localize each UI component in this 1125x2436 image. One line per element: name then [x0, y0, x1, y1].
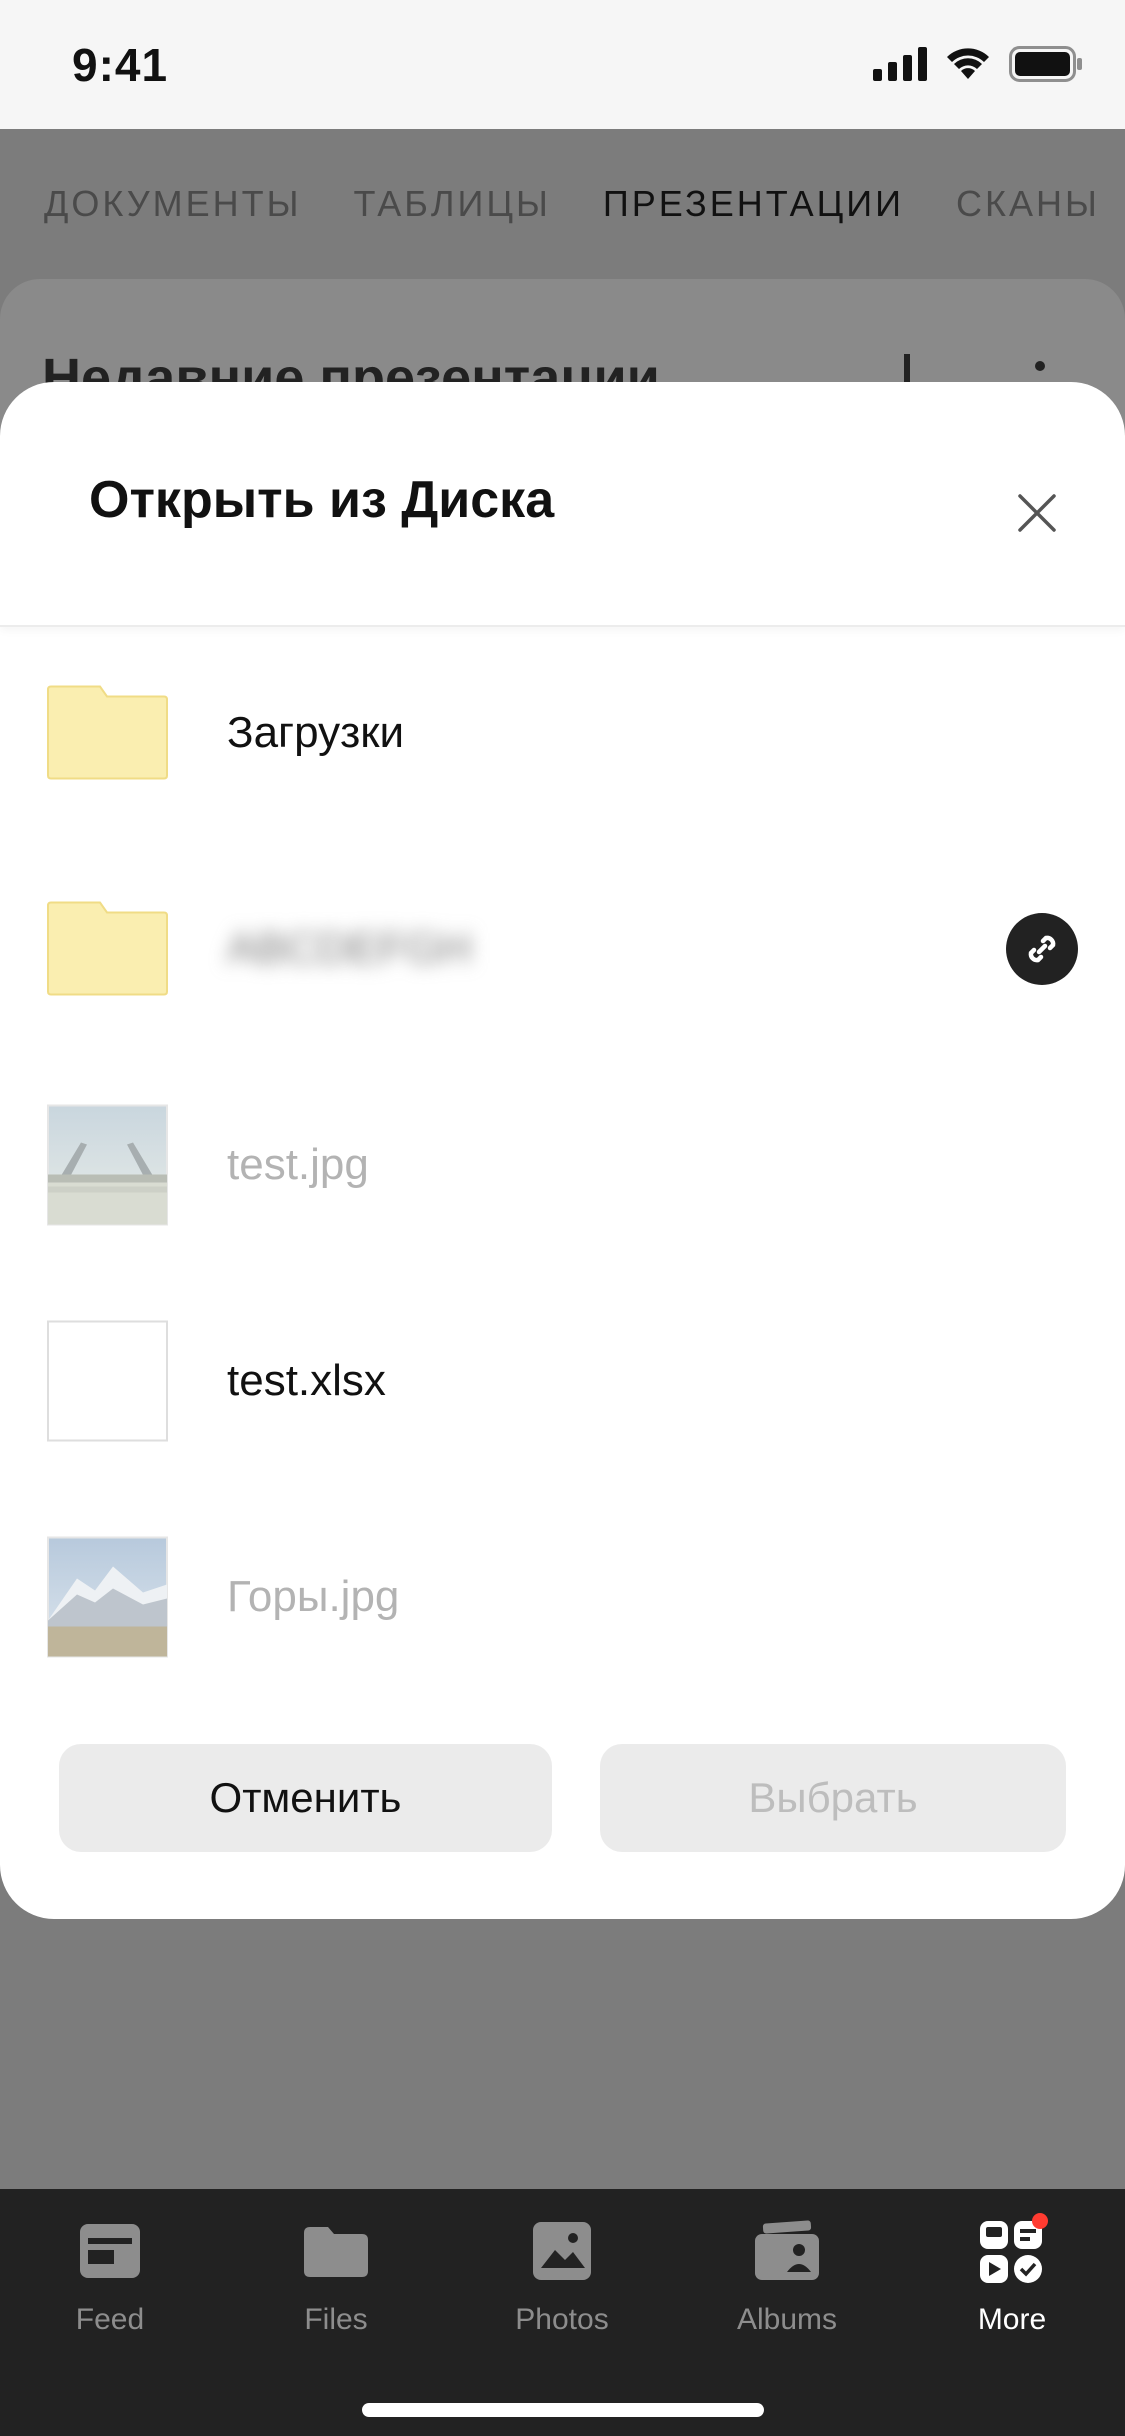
file-name: Загрузки	[227, 708, 405, 757]
sheet-header: Открыть из Диска	[0, 382, 1125, 627]
file-list-item-test-xlsx[interactable]: test.xlsx	[0, 1273, 1125, 1489]
shared-link-badge	[1006, 913, 1078, 985]
file-name: Горы.jpg	[227, 1572, 400, 1621]
file-list-item-test-jpg[interactable]: test.jpg	[0, 1057, 1125, 1273]
cellular-signal-icon	[873, 47, 927, 81]
status-bar: 9:41	[0, 0, 1125, 129]
more-grid-icon	[980, 2213, 1048, 2283]
mountains-photo-thumbnail	[47, 1536, 168, 1658]
select-button[interactable]: Выбрать	[600, 1744, 1066, 1852]
feed-icon	[80, 2224, 140, 2278]
tab-more[interactable]: More	[912, 2213, 1112, 2337]
notification-badge	[1032, 2213, 1048, 2229]
tab-feed[interactable]: Feed	[10, 2213, 210, 2337]
tab-label: Albums	[736, 2303, 838, 2336]
tab-presentations[interactable]: ПРЕЗЕНТАЦИИ	[603, 183, 904, 225]
folder-icon	[47, 685, 168, 780]
bridge-photo-thumbnail	[47, 1104, 168, 1226]
tab-files[interactable]: Files	[236, 2213, 436, 2337]
doc-type-tabs: ДОКУМЕНТЫ ТАБЛИЦЫ ПРЕЗЕНТАЦИИ СКАНЫ	[0, 129, 1125, 279]
cancel-button[interactable]: Отменить	[59, 1744, 552, 1852]
albums-icon	[755, 2220, 819, 2280]
tab-label: Feed	[75, 2303, 145, 2336]
file-list-item-downloads[interactable]: Загрузки	[0, 625, 1125, 841]
folder-icon	[304, 2227, 368, 2277]
tab-documents[interactable]: ДОКУМЕНТЫ	[44, 183, 301, 225]
tab-photos[interactable]: Photos	[462, 2213, 662, 2337]
file-list-item-mountains-jpg[interactable]: Горы.jpg	[0, 1489, 1125, 1705]
tab-albums[interactable]: Albums	[687, 2213, 887, 2337]
close-button[interactable]	[1005, 481, 1069, 545]
close-icon	[1018, 494, 1056, 532]
file-name: test.xlsx	[227, 1356, 386, 1405]
battery-icon	[1009, 46, 1082, 82]
status-time: 9:41	[72, 39, 169, 91]
spreadsheet-thumbnail	[47, 1320, 168, 1442]
photo-icon	[533, 2222, 591, 2280]
link-icon	[1028, 935, 1056, 963]
tab-label: More	[977, 2303, 1047, 2336]
wifi-icon	[947, 48, 989, 79]
file-name: ABCDEFGH	[227, 924, 472, 973]
file-name: test.jpg	[227, 1140, 369, 1189]
status-icons	[873, 46, 1083, 82]
home-indicator[interactable]	[362, 2403, 764, 2417]
tab-label: Files	[304, 2303, 368, 2336]
tab-scans[interactable]: СКАНЫ	[956, 183, 1100, 225]
open-from-disk-sheet: Открыть из Диска Загрузки ABCDEFGH test.…	[0, 382, 1125, 1919]
sheet-title: Открыть из Диска	[89, 471, 555, 529]
bottom-tab-bar: Feed Files Photos Albums More	[0, 2189, 1125, 2436]
tab-tables[interactable]: ТАБЛИЦЫ	[353, 183, 550, 225]
tab-label: Photos	[515, 2303, 609, 2336]
folder-icon	[47, 901, 168, 996]
file-list-item-shared-folder[interactable]: ABCDEFGH	[0, 841, 1125, 1057]
more-dots-icon	[1035, 361, 1045, 371]
